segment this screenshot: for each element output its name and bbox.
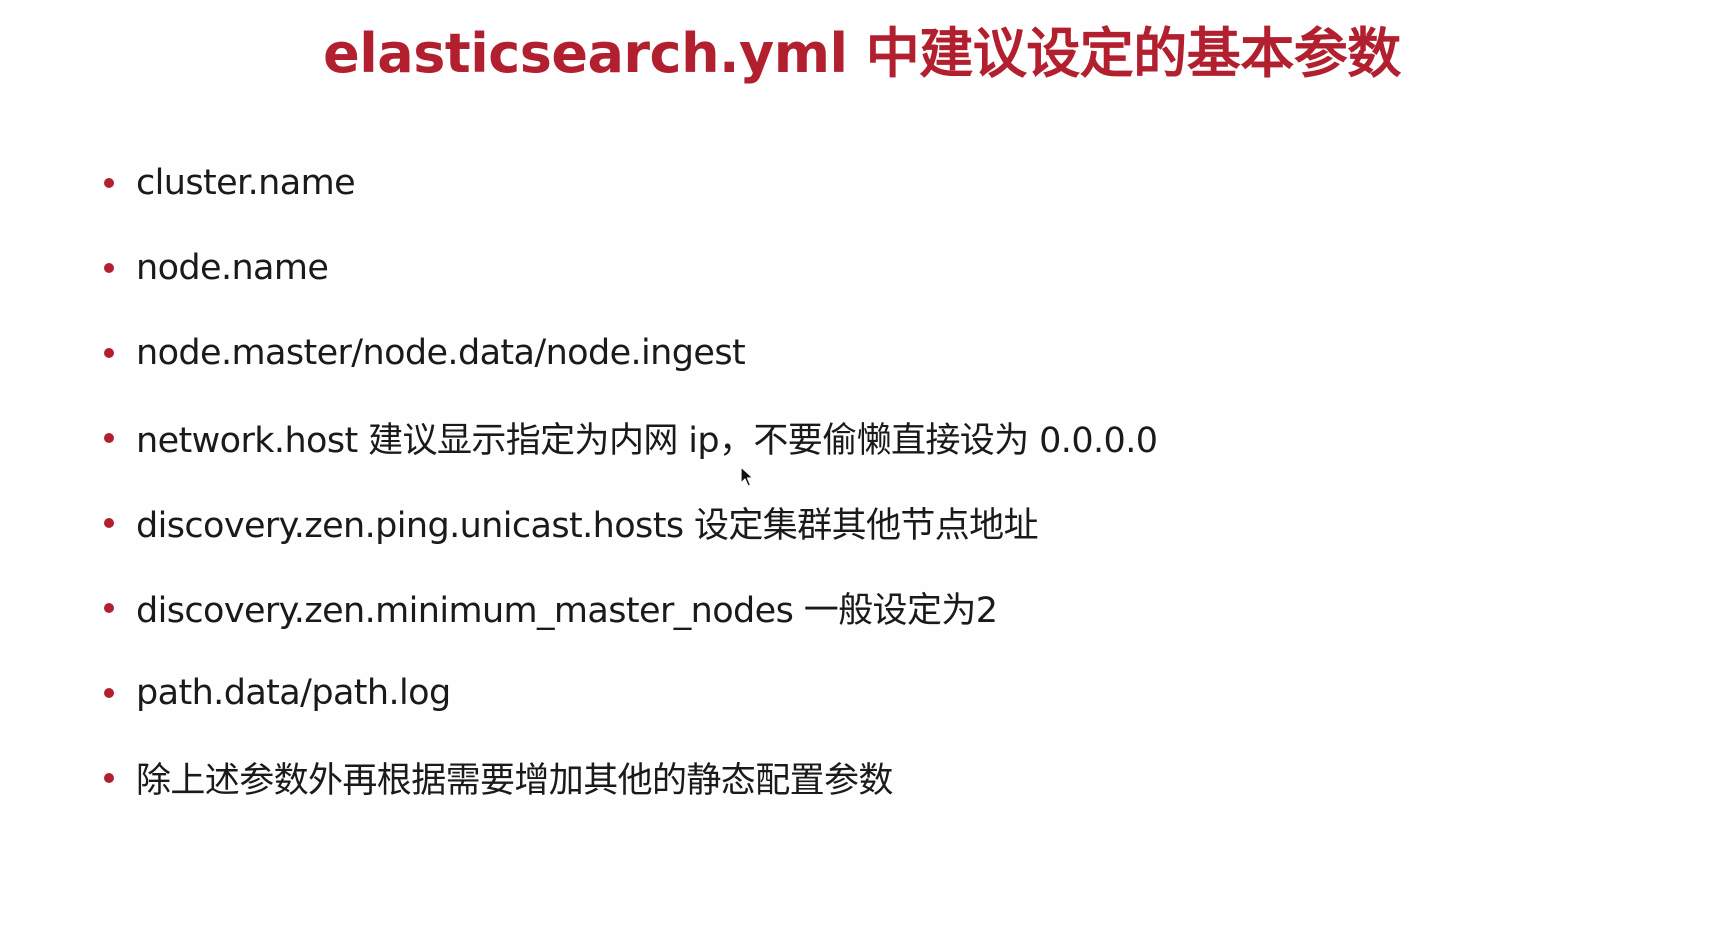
- bullet-text: discovery.zen.minimum_master_nodes 一般设定为…: [136, 591, 998, 631]
- bullet-item: network.host 建议显示指定为内网 ip，不要偷懒直接设为 0.0.0…: [100, 395, 1158, 480]
- bullet-text: 除上述参数外再根据需要增加其他的静态配置参数: [136, 761, 893, 801]
- slide-title: elasticsearch.yml 中建议设定的基本参数: [323, 22, 1401, 85]
- bullet-text: network.host 建议显示指定为内网 ip，不要偷懒直接设为 0.0.0…: [136, 421, 1158, 461]
- bullet-text: path.data/path.log: [136, 672, 451, 713]
- bullet-dot-icon: [104, 262, 114, 273]
- bullet-item: path.data/path.log: [100, 650, 1157, 735]
- bullet-item: node.name: [100, 225, 1157, 310]
- bullet-item: 除上述参数外再根据需要增加其他的静态配置参数: [100, 735, 1157, 820]
- bullet-dot-icon: [104, 517, 114, 528]
- bullet-item: node.master/node.data/node.ingest: [100, 310, 1157, 395]
- bullet-dot-icon: [104, 432, 114, 443]
- bullet-text: discovery.zen.ping.unicast.hosts 设定集群其他节…: [136, 506, 1039, 546]
- bullet-item: cluster.name: [100, 140, 1157, 225]
- arrow-cursor-icon: [740, 466, 754, 487]
- bullet-list: cluster.name node.name node.master/node.…: [100, 140, 1158, 820]
- bullet-dot-icon: [104, 687, 114, 698]
- slide: elasticsearch.yml 中建议设定的基本参数 cluster.nam…: [0, 0, 1724, 936]
- bullet-text: node.master/node.data/node.ingest: [136, 332, 746, 373]
- bullet-item: discovery.zen.ping.unicast.hosts 设定集群其他节…: [100, 480, 1157, 565]
- bullet-text: cluster.name: [136, 162, 356, 203]
- bullet-item: discovery.zen.minimum_master_nodes 一般设定为…: [100, 565, 1157, 650]
- bullet-dot-icon: [104, 347, 114, 358]
- bullet-dot-icon: [104, 177, 114, 188]
- bullet-dot-icon: [104, 602, 114, 613]
- bullet-text: node.name: [136, 247, 329, 288]
- bullet-dot-icon: [104, 772, 114, 783]
